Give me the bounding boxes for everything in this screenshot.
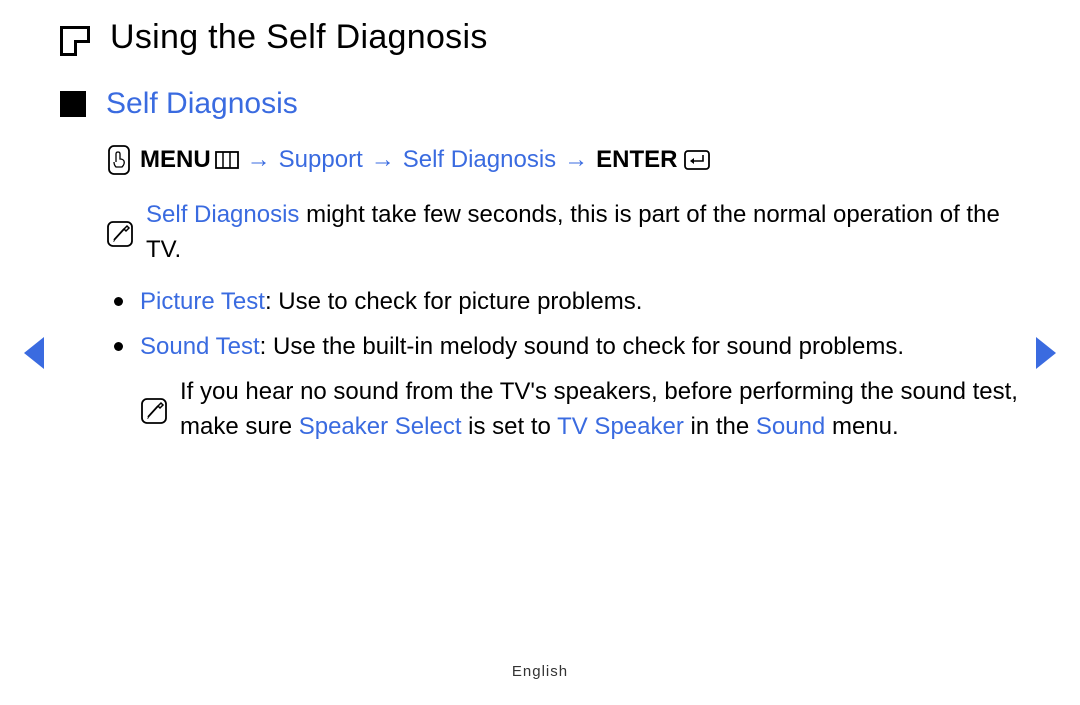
subnote-p4: menu.	[825, 413, 898, 440]
list-item: Picture Test: Use to check for picture p…	[112, 285, 1020, 320]
feature-list: Picture Test: Use to check for picture p…	[106, 285, 1020, 444]
note-highlight: Self Diagnosis	[146, 201, 299, 228]
picture-test-desc: : Use to check for picture problems.	[265, 288, 642, 315]
note-icon	[140, 377, 168, 445]
path-arrow: →	[564, 143, 588, 178]
note-text: Self Diagnosis might take few seconds, t…	[146, 198, 1020, 268]
path-support: Support	[279, 143, 363, 178]
path-self-diagnosis: Self Diagnosis	[403, 143, 556, 178]
menu-grid-icon	[215, 151, 239, 169]
remote-hand-icon	[106, 145, 132, 175]
subnote-p3: in the	[684, 413, 756, 440]
prev-page-arrow[interactable]	[20, 335, 48, 376]
sound-test-desc: : Use the built-in melody sound to check…	[260, 333, 904, 360]
picture-test-label: Picture Test	[140, 288, 265, 315]
sound-menu-label: Sound	[756, 413, 825, 440]
section-title: Self Diagnosis	[106, 87, 298, 121]
note-icon	[106, 200, 134, 268]
section-heading-row: Self Diagnosis	[60, 87, 1020, 121]
page-title-row: Using the Self Diagnosis	[60, 18, 1020, 57]
path-arrow: →	[247, 143, 271, 178]
sub-note-row: If you hear no sound from the TV's speak…	[140, 375, 1020, 445]
section-bullet-icon	[60, 91, 86, 117]
next-page-arrow[interactable]	[1032, 335, 1060, 376]
note-row: Self Diagnosis might take few seconds, t…	[106, 198, 1020, 268]
tv-speaker-label: TV Speaker	[557, 413, 684, 440]
sound-test-label: Sound Test	[140, 333, 260, 360]
speaker-select-label: Speaker Select	[299, 413, 462, 440]
chapter-icon	[60, 26, 90, 56]
page-title: Using the Self Diagnosis	[110, 18, 488, 57]
subnote-p2: is set to	[461, 413, 557, 440]
enter-key-icon	[684, 150, 710, 170]
menu-label: MENU	[140, 143, 211, 178]
sub-note-text: If you hear no sound from the TV's speak…	[180, 375, 1020, 445]
path-arrow: →	[371, 143, 395, 178]
list-item: Sound Test: Use the built-in melody soun…	[112, 330, 1020, 444]
menu-path: MENU → Support → Self Diagnosis → ENTER	[106, 143, 1020, 178]
footer-language: English	[0, 663, 1080, 680]
enter-label: ENTER	[596, 143, 677, 178]
